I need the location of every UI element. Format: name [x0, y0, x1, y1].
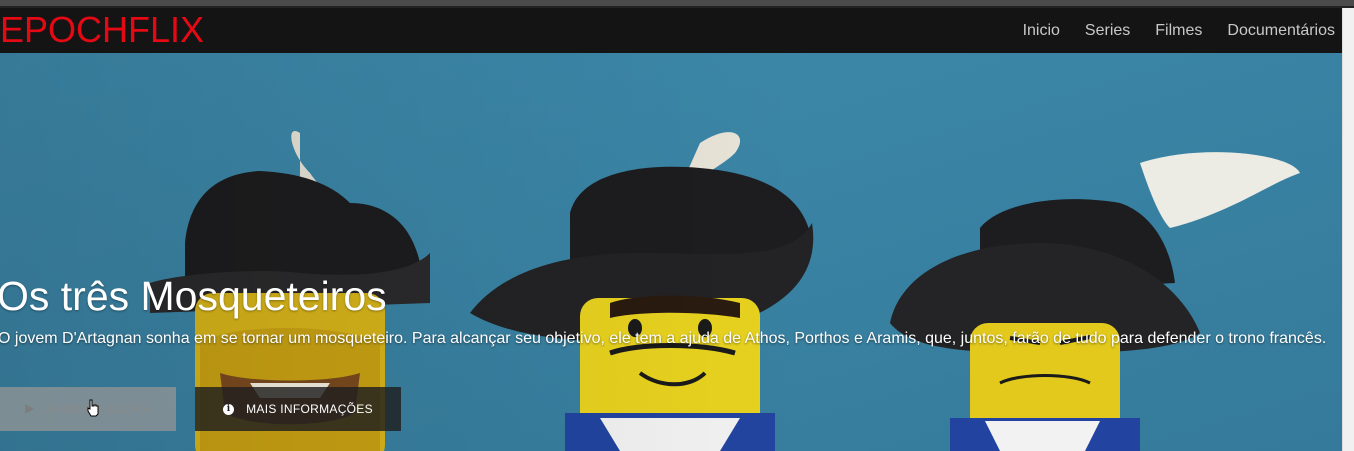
more-info-label: MAIS INFORMAÇÕES	[246, 402, 373, 416]
main-nav: Inicio Series Filmes Documentários	[1023, 8, 1335, 53]
info-icon: i	[223, 403, 235, 415]
hero-description: O jovem D'Artagnan sonha em se tornar um…	[0, 330, 1327, 347]
browser-top-edge	[0, 0, 1354, 8]
brand-logo[interactable]: EPOCHFLIX	[0, 10, 204, 50]
hand-cursor-icon	[87, 399, 99, 417]
play-icon	[25, 404, 35, 414]
hero-banner: Os três Mosqueteiros O jovem D'Artagnan …	[0, 53, 1343, 451]
hero-title: Os três Mosqueteiros	[0, 273, 387, 319]
nav-item-documentarios[interactable]: Documentários	[1227, 22, 1335, 40]
nav-item-series[interactable]: Series	[1085, 22, 1130, 40]
more-info-button[interactable]: i MAIS INFORMAÇÕES	[195, 387, 401, 431]
nav-item-inicio[interactable]: Inicio	[1023, 22, 1060, 40]
nav-item-filmes[interactable]: Filmes	[1155, 22, 1202, 40]
page-scrollbar[interactable]	[1342, 8, 1354, 451]
navbar: EPOCHFLIX Inicio Series Filmes Documentá…	[0, 8, 1343, 53]
